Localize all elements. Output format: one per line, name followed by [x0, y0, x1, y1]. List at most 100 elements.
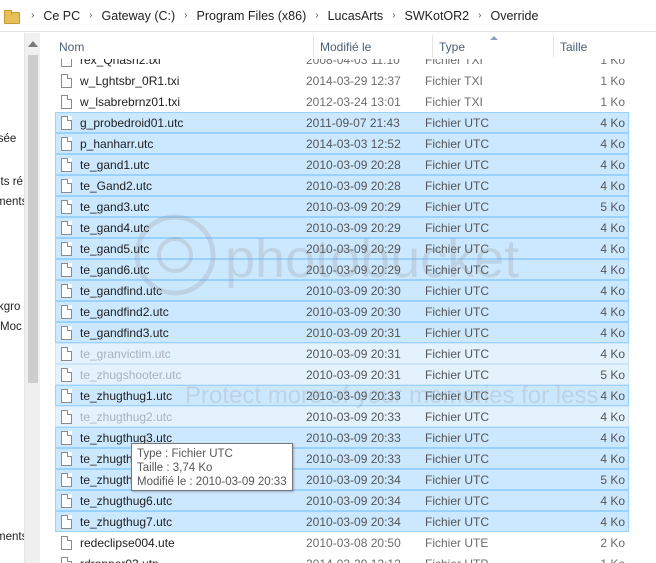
file-row[interactable]: te_zhugshooter.utc 2010-03-09 20:31 Fichie…	[55, 364, 629, 385]
breadcrumb-chevron-icon[interactable]: ›	[89, 10, 92, 21]
file-name: te_zhugthug7.utc	[80, 515, 173, 529]
file-row[interactable]: te_gandfind.utc 2010-03-09 20:30 Fichier U…	[55, 280, 629, 301]
file-row[interactable]: te_zhugthug7.utc 2010-03-09 20:34 Fichier …	[55, 511, 629, 532]
file-row[interactable]: te_zhugthug2.utc 2010-03-09 20:33 Fichier …	[55, 406, 629, 427]
breadcrumb-item[interactable]: SWKotOR2	[405, 9, 470, 23]
file-size: 1 Ko	[600, 59, 625, 67]
file-icon	[61, 431, 72, 445]
nav-item-fragment[interactable]: Moc	[0, 321, 22, 333]
file-row[interactable]: te_gand4.utc 2010-03-09 20:29 Fichier UTC 4…	[55, 217, 629, 238]
file-modified-date: 2010-03-09 20:33	[306, 389, 401, 403]
file-type: Fichier UTP	[425, 554, 535, 563]
scrollbar-thumb[interactable]	[28, 55, 38, 383]
nav-item-fragment[interactable]: its ré	[0, 176, 23, 188]
file-type: Fichier UTC	[425, 410, 490, 424]
file-icon	[61, 158, 72, 172]
file-icon	[61, 305, 72, 319]
file-row[interactable]: redeclipse004.ute 2010-03-08 20:50 Fichier…	[55, 532, 629, 553]
file-row[interactable]: te_gand3.utc 2010-03-09 20:29 Fichier UTC 5…	[55, 196, 629, 217]
file-size: 4 Ko	[600, 116, 625, 130]
file-row[interactable]: rdropper03.utp2014-03-29 12:12Fichier UT…	[55, 553, 629, 563]
file-row[interactable]: te_gand5.utc 2010-03-09 20:29 Fichier UTC 4…	[55, 238, 629, 259]
nav-item-fragment[interactable]: ments	[0, 196, 24, 208]
file-name: te_gand4.utc	[80, 221, 150, 235]
file-row[interactable]: te_gand1.utc 2010-03-09 20:28 Fichier UTC 4…	[55, 154, 629, 175]
nav-item-fragment[interactable]: ments	[0, 531, 24, 543]
file-row[interactable]: te_granvictim.utc 2010-03-09 20:31 Fichier…	[55, 343, 629, 364]
nav-item-fragment[interactable]: kgro	[0, 301, 20, 313]
file-size: 4 Ko	[600, 221, 625, 235]
file-modified-date: 2010-03-09 20:30	[306, 305, 401, 319]
file-row[interactable]: te_gand6.utc 2010-03-09 20:29 Fichier UTC 4…	[55, 259, 629, 280]
file-icon	[61, 494, 72, 508]
file-row[interactable]: rex_Qhash2.txi 2008-04-03 11:10 Fichier TX…	[55, 59, 629, 70]
file-type: Fichier UTC	[425, 326, 490, 340]
file-row[interactable]: g_probedroid01.utc 2011-09-07 21:43 Fichie…	[55, 112, 629, 133]
file-icon	[61, 536, 72, 550]
file-row[interactable]: te_Gand2.utc 2010-03-09 20:28 Fichier UTC 4…	[55, 175, 629, 196]
file-row[interactable]: te_gandfind3.utc 2010-03-09 20:31 Fichier …	[55, 322, 629, 343]
file-row[interactable]: w_Lghtsbr_0R1.txi 2014-03-29 12:37 Fichier…	[55, 70, 629, 91]
file-modified-date: 2010-03-09 20:28	[306, 179, 401, 193]
file-size: 4 Ko	[600, 452, 625, 466]
breadcrumb-item[interactable]: LucasArts	[328, 9, 384, 23]
breadcrumb-chevron-icon[interactable]: ›	[478, 10, 481, 21]
file-row[interactable]: te_zhugthug6.utc 2010-03-09 20:34 Fichier …	[55, 490, 629, 511]
breadcrumb-item[interactable]: Override	[490, 9, 538, 23]
file-type: Fichier UTC	[425, 158, 490, 172]
file-icon	[61, 557, 72, 563]
file-type: Fichier TXI	[425, 95, 483, 109]
column-header-size[interactable]: Taille	[554, 33, 654, 59]
breadcrumb-chevron-icon[interactable]: ›	[184, 10, 187, 21]
breadcrumb-chevron-icon[interactable]: ›	[315, 10, 318, 21]
breadcrumb-item[interactable]: Gateway (C:)	[102, 9, 176, 23]
file-modified-date: 2010-03-09 20:33	[306, 452, 401, 466]
file-icon	[61, 389, 72, 403]
navigation-pane[interactable]: ssée its ré ments kgro Moc ments	[0, 33, 24, 563]
address-bar[interactable]: › Ce PC › Gateway (C:) › Program Files (x86) ›…	[0, 0, 656, 32]
file-size: 1 Ko	[600, 74, 625, 88]
file-size: 4 Ko	[600, 326, 625, 340]
file-icon	[61, 116, 72, 130]
file-modified-date: 2010-03-09 20:29	[306, 200, 401, 214]
file-name: g_probedroid01.utc	[80, 116, 184, 130]
nav-item-fragment[interactable]: ssée	[0, 133, 16, 145]
file-icon	[61, 74, 72, 88]
tooltip-size: Taille : 3,74 Ko	[137, 462, 213, 474]
column-header-date[interactable]: Modifié le	[314, 33, 432, 59]
file-size: 4 Ko	[600, 431, 625, 445]
breadcrumb-item[interactable]: Program Files (x86)	[197, 9, 307, 23]
file-row[interactable]: te_zhugthug1.utc 2010-03-09 20:33 Fichier …	[55, 385, 629, 406]
file-modified-date: 2012-03-24 13:01	[306, 95, 401, 109]
file-size: 4 Ko	[600, 305, 625, 319]
file-icon	[61, 410, 72, 424]
file-modified-date: 2010-03-09 20:33	[306, 410, 401, 424]
file-row[interactable]: w_lsabrebrnz01.txi 2012-03-24 13:01 Fichie…	[55, 91, 629, 112]
breadcrumb-chevron-icon[interactable]: ›	[31, 10, 34, 21]
file-name: te_gandfind3.utc	[80, 326, 169, 340]
file-icon	[61, 515, 72, 529]
file-icon	[61, 137, 72, 151]
breadcrumb-chevron-icon[interactable]: ›	[392, 10, 395, 21]
file-type: Fichier UTC	[425, 494, 490, 508]
file-modified-date: 2010-03-09 20:33	[306, 431, 401, 445]
file-size: 4 Ko	[600, 137, 625, 151]
breadcrumb-item[interactable]: Ce PC	[43, 9, 80, 23]
file-row[interactable]: p_hanharr.utc 2014-03-03 12:52 Fichier UTC…	[55, 133, 629, 154]
file-icon	[61, 347, 72, 361]
file-size: 5 Ko	[600, 368, 625, 382]
scroll-up-arrow-icon[interactable]	[28, 41, 38, 47]
file-type: Fichier UTC	[425, 368, 490, 382]
file-icon	[61, 452, 72, 466]
file-name: p_hanharr.utc	[80, 137, 154, 151]
file-name: te_gandfind.utc	[80, 284, 163, 298]
tooltip-date: Modifié le : 2010-03-09 20:33	[137, 476, 287, 488]
file-size: 4 Ko	[600, 347, 625, 361]
file-name: te_zhugthug2.utc	[80, 410, 173, 424]
file-size: 4 Ko	[600, 179, 625, 193]
navigation-pane-scrollbar[interactable]	[24, 33, 40, 563]
file-type: Fichier UTC	[425, 200, 490, 214]
file-name: rex_Qhash2.txi	[80, 59, 161, 67]
column-header-name[interactable]: Nom	[53, 33, 313, 59]
file-row[interactable]: te_gandfind2.utc 2010-03-09 20:30 Fichier …	[55, 301, 629, 322]
